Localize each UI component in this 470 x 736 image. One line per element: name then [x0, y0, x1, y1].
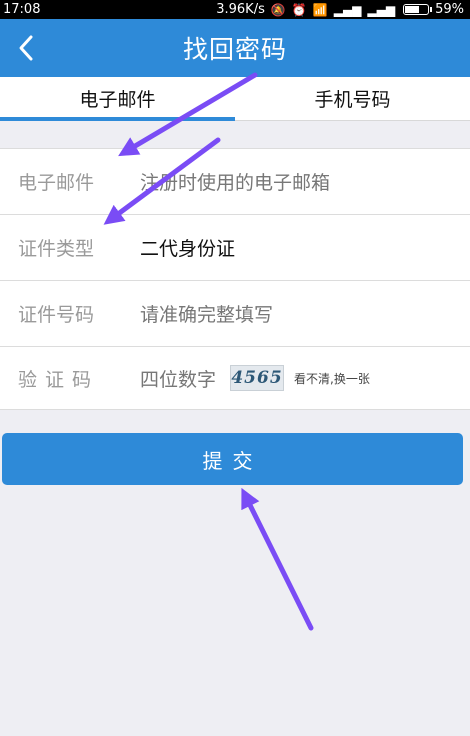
- battery-percent: 59%: [435, 2, 464, 17]
- tab-email-label: 电子邮件: [79, 89, 156, 111]
- email-row[interactable]: 电子邮件 注册时使用的电子邮箱: [0, 149, 470, 215]
- captcha-row[interactable]: 验证码 四位数字 4565 看不清,换一张: [0, 347, 470, 409]
- tab-email[interactable]: 电子邮件: [0, 77, 235, 121]
- signal-icon: ▂▄▆: [333, 2, 362, 17]
- id-number-row[interactable]: 证件号码 请准确完整填写: [0, 281, 470, 347]
- tab-phone[interactable]: 手机号码: [235, 77, 470, 120]
- chevron-left-icon: [19, 35, 33, 61]
- arrow-to-submit: [241, 487, 314, 631]
- tab-phone-label: 手机号码: [314, 89, 391, 111]
- alarm-icon: ⏰: [291, 2, 307, 17]
- page-title: 找回密码: [182, 35, 287, 64]
- email-field[interactable]: 注册时使用的电子邮箱: [140, 168, 330, 195]
- status-time: 17:08: [3, 2, 41, 17]
- tab-bar: 电子邮件 手机号码: [0, 77, 470, 121]
- mute-icon: 🔕: [270, 2, 286, 17]
- id-type-row[interactable]: 证件类型 二代身份证: [0, 215, 470, 281]
- back-button[interactable]: [6, 28, 46, 68]
- id-type-label: 证件类型: [18, 238, 95, 260]
- status-bar: 17:08 3.96K/s 🔕 ⏰ 📶 ▂▄▆ ▂▄▆ 59%: [0, 0, 470, 19]
- signal-icon-2: ▂▄▆: [367, 2, 396, 17]
- status-indicators: 3.96K/s 🔕 ⏰ 📶 ▂▄▆ ▂▄▆ 59%: [216, 2, 464, 17]
- recovery-form: 电子邮件 注册时使用的电子邮箱 证件类型 二代身份证 证件号码 请准确完整填写 …: [0, 148, 470, 410]
- id-number-label: 证件号码: [18, 304, 95, 326]
- wifi-icon: 📶: [312, 2, 328, 17]
- id-number-field[interactable]: 请准确完整填写: [140, 300, 273, 327]
- captcha-label: 验证码: [18, 368, 100, 391]
- id-type-select[interactable]: 二代身份证: [140, 234, 235, 261]
- battery-icon: [403, 4, 433, 15]
- net-speed: 3.96K/s: [216, 2, 265, 17]
- submit-button[interactable]: 提交: [2, 433, 463, 485]
- captcha-refresh-link[interactable]: 看不清,换一张: [294, 370, 370, 387]
- email-label: 电子邮件: [18, 172, 95, 194]
- captcha-field[interactable]: 四位数字: [140, 365, 216, 392]
- captcha-image[interactable]: 4565: [230, 365, 285, 391]
- title-bar: 找回密码: [0, 19, 470, 77]
